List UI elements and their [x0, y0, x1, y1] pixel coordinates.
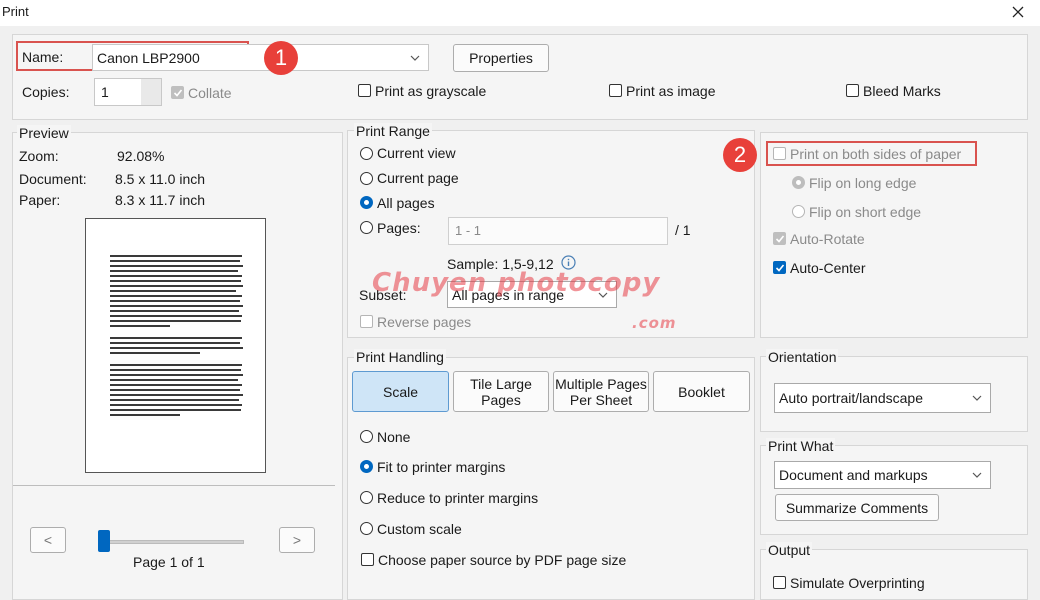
summarize-comments-button[interactable]: Summarize Comments	[775, 494, 939, 521]
print-range-legend: Print Range	[354, 123, 432, 139]
page-preview-thumbnail	[85, 218, 266, 473]
watermark-line2: .com	[632, 314, 677, 332]
reduce-margins-label: Reduce to printer margins	[377, 490, 539, 506]
print-what-select[interactable]: Document and markups	[774, 461, 991, 489]
multiple-pages-button[interactable]: Multiple Pages Per Sheet	[553, 371, 649, 412]
flip-long-edge-radio[interactable]	[792, 176, 805, 189]
watermark-logo: Chuyen photocopy	[372, 268, 660, 298]
window-title: Print	[2, 4, 29, 19]
custom-scale-radio[interactable]	[360, 522, 373, 535]
printer-select[interactable]: Canon LBP2900	[92, 44, 429, 71]
auto-rotate-checkbox[interactable]	[773, 232, 786, 245]
title-bar: Print	[0, 0, 1040, 26]
orientation-value: Auto portrait/landscape	[779, 390, 923, 406]
tile-large-pages-button[interactable]: Tile Large Pages	[453, 371, 549, 412]
bleed-marks-checkbox[interactable]	[846, 84, 859, 97]
all-pages-label: All pages	[377, 195, 435, 211]
paper-source-checkbox[interactable]	[361, 553, 374, 566]
previous-page-button[interactable]: <	[30, 527, 66, 553]
annotation-badge-2: 2	[723, 138, 757, 172]
chevron-down-icon	[410, 55, 420, 61]
auto-center-label: Auto-Center	[790, 260, 866, 276]
grayscale-checkbox[interactable]	[358, 84, 371, 97]
current-page-label: Current page	[377, 170, 459, 186]
auto-rotate-label: Auto-Rotate	[790, 231, 865, 247]
document-value: 8.5 x 11.0 inch	[115, 171, 206, 187]
paper-label: Paper:	[19, 192, 61, 208]
auto-center-checkbox[interactable]	[773, 261, 786, 274]
print-what-value: Document and markups	[779, 467, 928, 483]
copies-spin-buttons[interactable]	[141, 79, 161, 105]
zoom-label: Zoom:	[19, 148, 59, 164]
multiple-line2: Per Sheet	[569, 391, 633, 408]
paper-source-label: Choose paper source by PDF page size	[378, 552, 627, 568]
printer-name: Canon LBP2900	[97, 49, 200, 66]
copies-stepper[interactable]: 1	[94, 78, 162, 106]
tile-line1: Tile Large	[470, 375, 532, 392]
print-handling-legend: Print Handling	[354, 349, 446, 365]
scale-button[interactable]: Scale	[352, 371, 449, 412]
simulate-overprinting-label: Simulate Overprinting	[790, 575, 925, 591]
chevron-down-icon	[972, 395, 982, 401]
pages-radio[interactable]	[360, 221, 373, 234]
custom-scale-label: Custom scale	[377, 521, 462, 537]
pages-label: Pages:	[377, 220, 421, 236]
annotation-badge-1: 1	[264, 41, 298, 75]
pages-total: / 1	[675, 222, 691, 238]
properties-button[interactable]: Properties	[453, 44, 549, 72]
page-indicator: Page 1 of 1	[133, 554, 205, 570]
name-label: Name:	[22, 49, 64, 65]
collate-label: Collate	[188, 85, 232, 101]
pages-input[interactable]: 1 - 1	[448, 217, 668, 245]
current-page-radio[interactable]	[360, 172, 373, 185]
current-view-radio[interactable]	[360, 147, 373, 160]
reduce-margins-radio[interactable]	[360, 491, 373, 504]
preview-divider	[13, 485, 335, 486]
reverse-pages-label: Reverse pages	[377, 314, 472, 330]
preview-legend: Preview	[17, 125, 71, 141]
both-sides-checkbox[interactable]	[773, 147, 786, 160]
copies-label: Copies:	[22, 84, 70, 100]
grayscale-label: Print as grayscale	[375, 83, 487, 99]
copies-value: 1	[101, 84, 109, 100]
print-as-image-checkbox[interactable]	[609, 84, 622, 97]
both-sides-label: Print on both sides of paper	[790, 146, 962, 162]
orientation-legend: Orientation	[766, 349, 839, 365]
flip-short-edge-radio[interactable]	[792, 205, 805, 218]
output-legend: Output	[766, 542, 813, 558]
document-label: Document:	[19, 171, 87, 187]
print-what-panel	[760, 445, 1028, 535]
paper-value: 8.3 x 11.7 inch	[115, 192, 206, 208]
all-pages-radio[interactable]	[360, 196, 373, 209]
page-text-lines	[110, 255, 243, 416]
watermark-line1: Chuyen photocopy	[372, 268, 661, 298]
next-page-button[interactable]: >	[279, 527, 315, 553]
zoom-value: 92.08%	[117, 148, 165, 164]
booklet-button[interactable]: Booklet	[653, 371, 750, 412]
simulate-overprinting-checkbox[interactable]	[773, 576, 786, 589]
multiple-line1: Multiple Pages	[555, 375, 647, 392]
scale-none-label: None	[377, 429, 411, 445]
print-as-image-label: Print as image	[626, 83, 716, 99]
print-what-legend: Print What	[766, 438, 836, 454]
flip-short-edge-label: Flip on short edge	[809, 204, 922, 220]
current-view-label: Current view	[377, 145, 456, 161]
close-icon[interactable]	[1008, 0, 1028, 24]
chevron-down-icon	[972, 472, 982, 478]
page-slider-track[interactable]	[98, 540, 244, 544]
bleed-marks-label: Bleed Marks	[863, 83, 941, 99]
reverse-pages-checkbox[interactable]	[360, 315, 373, 328]
flip-long-edge-label: Flip on long edge	[809, 175, 917, 191]
scale-none-radio[interactable]	[360, 430, 373, 443]
fit-margins-label: Fit to printer margins	[377, 459, 506, 475]
tile-line2: Pages	[481, 391, 521, 408]
orientation-select[interactable]: Auto portrait/landscape	[774, 383, 991, 413]
fit-margins-radio[interactable]	[360, 460, 373, 473]
collate-checkbox[interactable]	[171, 86, 184, 99]
page-slider-thumb[interactable]	[98, 530, 110, 552]
pages-input-value: 1 - 1	[455, 223, 482, 238]
